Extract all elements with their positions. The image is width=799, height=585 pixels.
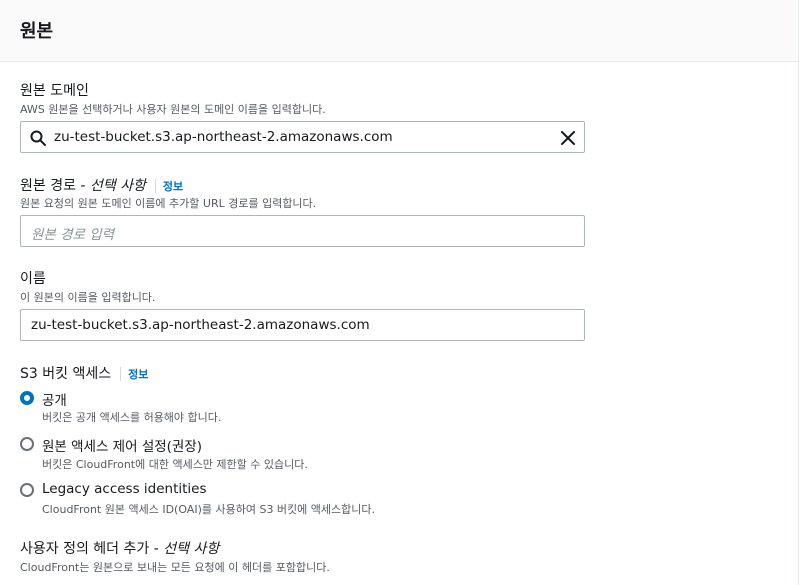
custom-headers-label: 사용자 정의 헤더 추가 - 선택 사항 <box>20 538 219 558</box>
s3-access-label: S3 버킷 액세스 정보 <box>20 363 148 383</box>
section-header: 원본 <box>0 0 799 62</box>
close-icon[interactable] <box>558 128 578 148</box>
origin-path-optional: 선택 사항 <box>89 178 146 194</box>
name-description: 이 원본의 이름을 입력합니다. <box>20 291 156 304</box>
info-divider <box>154 179 156 193</box>
name-label: 이름 <box>20 271 46 287</box>
info-divider <box>120 367 122 381</box>
name-value[interactable]: zu-test-bucket.s3.ap-northeast-2.amazona… <box>31 317 370 333</box>
s3-access-label-text: S3 버킷 액세스 <box>20 366 112 382</box>
radio-public[interactable] <box>20 391 34 405</box>
custom-headers-optional: 선택 사항 <box>163 541 220 557</box>
search-icon <box>30 130 46 146</box>
origin-domain-field[interactable]: zu-test-bucket.s3.ap-northeast-2.amazona… <box>20 121 585 153</box>
radio-legacy-access-identities-label[interactable]: Legacy access identities <box>42 481 207 497</box>
origin-path-label-text: 원본 경로 - <box>20 178 90 194</box>
section-title: 원본 <box>20 21 54 42</box>
radio-public-label[interactable]: 공개 <box>42 389 67 409</box>
origin-path-info-link[interactable]: 정보 <box>163 180 183 193</box>
radio-origin-access-control[interactable] <box>20 437 34 451</box>
origin-domain-description: AWS 원본을 선택하거나 사용자 원본의 도메인 이름을 입력합니다. <box>20 103 326 116</box>
origin-path-description: 원본 요청의 원본 도메인 이름에 추가할 URL 경로를 입력합니다. <box>20 197 317 210</box>
radio-legacy-access-identities[interactable] <box>20 483 34 497</box>
radio-origin-access-control-label[interactable]: 원본 액세스 제어 설정(권장) <box>42 435 202 455</box>
radio-legacy-access-identities-description: CloudFront 원본 액세스 ID(OAI)를 사용하여 S3 버킷에 액… <box>42 503 376 516</box>
origin-domain-label: 원본 도메인 <box>20 83 89 99</box>
origin-path-placeholder[interactable]: 원본 경로 입력 <box>31 223 114 243</box>
radio-origin-access-control-description: 버킷은 CloudFront에 대한 액세스만 제한할 수 있습니다. <box>42 458 308 471</box>
origin-path-label: 원본 경로 - 선택 사항 정보 <box>20 175 183 195</box>
custom-headers-label-text: 사용자 정의 헤더 추가 - <box>20 541 164 557</box>
origin-path-field[interactable]: 원본 경로 입력 <box>20 215 585 247</box>
custom-headers-description: CloudFront는 원본으로 보내는 모든 요청에 이 헤더를 포함합니다. <box>20 561 330 574</box>
origin-domain-value[interactable]: zu-test-bucket.s3.ap-northeast-2.amazona… <box>54 129 393 145</box>
name-field[interactable]: zu-test-bucket.s3.ap-northeast-2.amazona… <box>20 309 585 341</box>
radio-public-description: 버킷은 공개 액세스를 허용해야 합니다. <box>42 411 222 424</box>
s3-access-info-link[interactable]: 정보 <box>128 368 148 381</box>
